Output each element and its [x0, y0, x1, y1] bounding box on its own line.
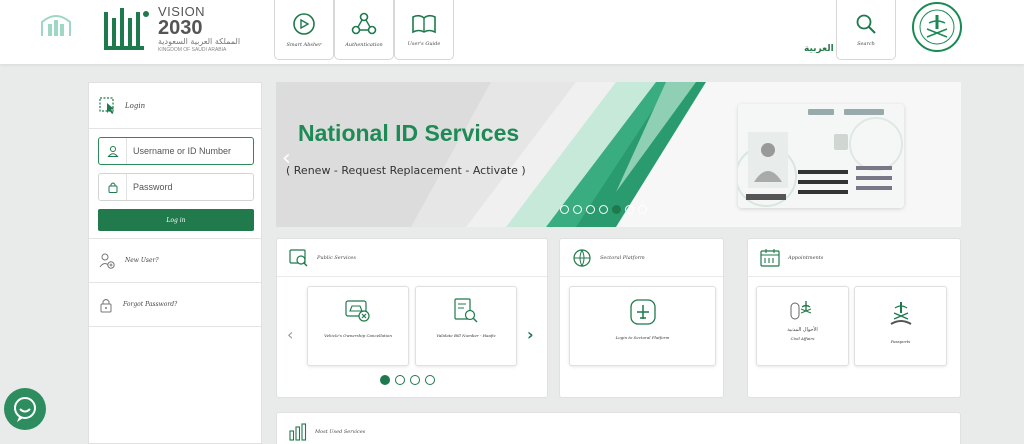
- vision-2030-logo: VISION 2030 المملكة العربية السعودية KIN…: [158, 4, 248, 58]
- passports-logo: [889, 302, 912, 325]
- ministry-emblem-logo: [912, 2, 962, 52]
- login-button[interactable]: Log in: [98, 209, 254, 231]
- login-pointer-icon: [99, 96, 114, 114]
- banner-dot[interactable]: [573, 205, 582, 214]
- most-used-services-panel: Most Used Services: [276, 412, 961, 444]
- bar-chart-icon: [289, 423, 307, 441]
- new-user-link[interactable]: New User?: [89, 238, 261, 282]
- absher-logo[interactable]: [100, 4, 152, 58]
- login-header: Login: [89, 83, 261, 129]
- sectoral-platform-header: Sectoral Platform: [560, 239, 723, 277]
- services-pagination: [380, 375, 435, 385]
- vision-kingdom: KINGDOM OF SAUDI ARABIA: [158, 47, 227, 53]
- vehicle-cancel-icon: [345, 300, 370, 322]
- lock-question-icon: [100, 298, 112, 312]
- civil-affairs-arabic: الأحوال المدنية: [787, 327, 818, 333]
- banner-dot[interactable]: [586, 205, 595, 214]
- password-input[interactable]: [127, 174, 253, 200]
- user-icon: [99, 138, 127, 164]
- passports-card[interactable]: Passports: [854, 286, 947, 366]
- search-label: Search: [857, 40, 875, 47]
- book-icon: [412, 14, 436, 33]
- network-icon: [351, 12, 377, 34]
- appointments-title: Appointments: [788, 254, 824, 261]
- public-services-icon: [289, 248, 308, 266]
- username-input[interactable]: [127, 138, 253, 164]
- vehicle-ownership-cancellation-card[interactable]: Vehicle's Ownership Cancellation: [307, 286, 409, 366]
- civil-affairs-logo: [790, 301, 811, 320]
- chat-support-button[interactable]: [4, 388, 46, 430]
- vehicle-ownership-label: Vehicle's Ownership Cancellation: [324, 333, 392, 338]
- smart-absher-icon: [293, 12, 315, 35]
- authentication-label: Authentication: [345, 41, 383, 48]
- login-sidebar: Login Log in New User?: [88, 82, 262, 444]
- username-field: [98, 137, 254, 165]
- hero-banner: ‹ National ID Services ( Renew - Request…: [276, 82, 961, 227]
- users-guide-button[interactable]: User's Guide: [394, 0, 454, 60]
- search-icon: [856, 14, 876, 34]
- most-used-header: Most Used Services: [277, 413, 960, 444]
- airplane-icon: [629, 299, 656, 325]
- lock-icon: [99, 174, 127, 200]
- banner-pagination: [560, 205, 647, 214]
- globe-icon: [573, 248, 591, 267]
- users-guide-label: User's Guide: [407, 40, 441, 47]
- vision-line2: 2030: [158, 17, 203, 39]
- sectoral-login-label: Login to Sectoral Platform: [615, 335, 670, 340]
- most-used-title: Most Used Services: [315, 429, 366, 435]
- banner-title: National ID Services: [298, 120, 520, 146]
- sectoral-platform-title: Sectoral Platform: [600, 254, 645, 261]
- appointments-header: Appointments: [748, 239, 960, 277]
- smart-absher-label: Smart Absher: [286, 41, 322, 48]
- banner-dot[interactable]: [625, 205, 634, 214]
- new-user-label: New User?: [125, 257, 159, 264]
- appointments-panel: Appointments الأحوال المدنية Civil Affai…: [747, 238, 961, 398]
- passports-label: Passports: [890, 339, 911, 344]
- bill-search-icon: [454, 298, 478, 323]
- forgot-password-link[interactable]: Forgot Password?: [89, 282, 261, 326]
- vision-arabic: المملكة العربية السعودية: [158, 37, 241, 46]
- sidebar-divider: [89, 326, 261, 327]
- public-services-title: Public Services: [317, 254, 356, 261]
- ministry-mark-icon: [36, 8, 76, 40]
- calendar-icon: [760, 248, 780, 267]
- services-page-dot[interactable]: [395, 375, 405, 385]
- civil-affairs-card[interactable]: الأحوال المدنية Civil Affairs: [756, 286, 849, 366]
- banner-dot[interactable]: [638, 205, 647, 214]
- password-field: [98, 173, 254, 201]
- search-button[interactable]: Search: [836, 0, 896, 60]
- services-page-dot[interactable]: [410, 375, 420, 385]
- services-page-dot[interactable]: [380, 375, 390, 385]
- login-title: Login: [125, 101, 146, 110]
- authentication-button[interactable]: Authentication: [334, 0, 394, 60]
- forgot-password-label: Forgot Password?: [123, 301, 178, 308]
- national-id-card-image: [735, 104, 904, 208]
- sectoral-login-card[interactable]: Login to Sectoral Platform: [569, 286, 716, 366]
- public-services-header: Public Services: [277, 239, 547, 277]
- banner-dot[interactable]: [612, 205, 621, 214]
- arabic-language-link[interactable]: العربية: [804, 44, 834, 54]
- banner-subtitle: ( Renew - Request Replacement - Activate…: [286, 164, 526, 177]
- civil-affairs-label: Civil Affairs: [790, 336, 815, 341]
- sectoral-platform-panel: Sectoral Platform Login to Sectoral Plat…: [559, 238, 724, 398]
- validate-bill-label: Validate Bill Number - Haafiz: [436, 333, 496, 338]
- services-next-arrow[interactable]: ›: [527, 325, 534, 344]
- banner-dot[interactable]: [560, 205, 569, 214]
- validate-bill-number-card[interactable]: Validate Bill Number - Haafiz: [415, 286, 517, 366]
- services-prev-arrow[interactable]: ‹: [287, 325, 293, 344]
- top-header: VISION 2030 المملكة العربية السعودية KIN…: [0, 0, 1024, 64]
- smart-absher-button[interactable]: Smart Absher: [274, 0, 334, 60]
- add-user-icon: [99, 253, 115, 269]
- public-services-panel: Public Services ‹ Vehicle's Ownership Ca…: [276, 238, 548, 398]
- services-page-dot[interactable]: [425, 375, 435, 385]
- banner-dot[interactable]: [599, 205, 608, 214]
- chat-bot-icon: [14, 397, 36, 422]
